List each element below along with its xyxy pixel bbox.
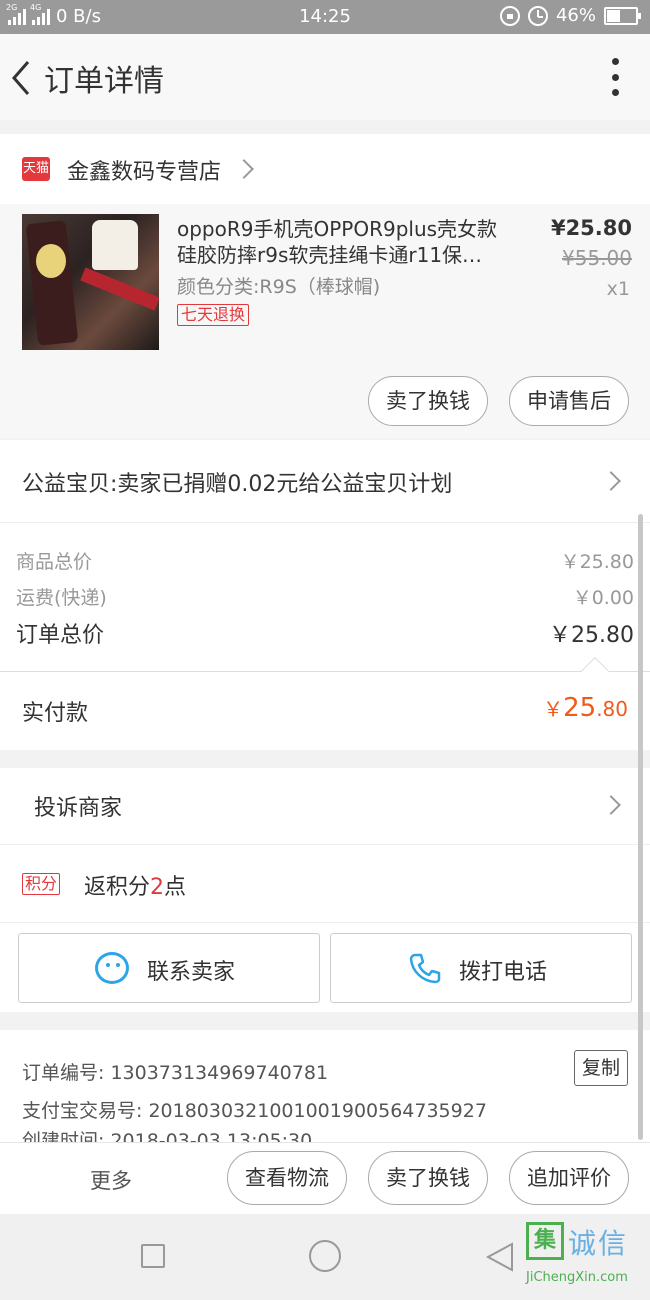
shop-header[interactable]: 天猫 金鑫数码专营店 — [0, 134, 650, 204]
watermark-box: 集 — [526, 1222, 564, 1260]
battery-icon — [604, 6, 641, 25]
product-price: ¥25.80 — [550, 216, 632, 240]
page-title: 订单详情 — [44, 64, 164, 99]
divider-notch — [580, 656, 610, 686]
status-bar: 2G 4G 0 B/s 14:25 46% — [0, 0, 650, 34]
created-time: 创建时间: 2018-03-03 13:05:30 — [22, 1130, 313, 1142]
tmall-icon: 天猫 — [22, 157, 50, 181]
paid-decimal: .80 — [596, 697, 628, 721]
divider — [0, 671, 650, 672]
contact-seller-label: 联系卖家 — [147, 960, 236, 985]
complain-text: 投诉商家 — [34, 796, 123, 821]
order-info: 订单编号: 130373134969740781 复制 支付宝交易号: 2018… — [0, 1030, 650, 1142]
watermark-cn: 诚信 — [568, 1227, 629, 1260]
recent-apps-icon[interactable] — [141, 1244, 165, 1268]
watermark-logo: 集 诚信 JiChengXin.com — [526, 1222, 644, 1294]
goods-total-row: 商品总价 ￥25.80 — [16, 547, 634, 574]
add-review-button[interactable]: 追加评价 — [509, 1151, 629, 1205]
call-label: 拨打电话 — [459, 960, 548, 985]
product-variant: 颜色分类:R9S（棒球帽) — [177, 276, 381, 298]
shipping-label: 运费(快递) — [16, 587, 107, 609]
chat-icon — [95, 952, 129, 984]
paid-amount: ￥25.80 — [543, 693, 628, 723]
order-number: 订单编号: 130373134969740781 — [22, 1062, 329, 1084]
after-sales-button[interactable]: 申请售后 — [509, 376, 629, 426]
call-button[interactable]: 拨打电话 — [330, 933, 632, 1003]
scrollbar[interactable] — [638, 514, 643, 1140]
alipay-number: 支付宝交易号: 2018030321001001900564735927 — [22, 1100, 487, 1122]
product-quantity: x1 — [606, 278, 630, 300]
order-total-label: 订单总价 — [16, 623, 105, 648]
back-triangle-icon[interactable] — [484, 1240, 518, 1274]
paid-currency: ￥ — [543, 697, 564, 721]
product-image[interactable] — [22, 214, 159, 350]
shipping-row: 运费(快递) ￥0.00 — [16, 583, 634, 610]
copy-button[interactable]: 复制 — [574, 1050, 628, 1086]
complain-row[interactable]: 投诉商家 — [0, 768, 650, 844]
product-title[interactable]: oppoR9手机壳OPPOR9plus壳女款硅胶防摔r9s软壳挂绳卡通r11保… — [177, 216, 507, 268]
battery-percent: 46% — [555, 5, 596, 26]
nav-bar: 订单详情 — [0, 34, 650, 120]
more-button[interactable]: 更多 — [90, 1165, 132, 1195]
contact-row: 联系卖家 拨打电话 — [0, 922, 650, 1012]
order-total-value: ￥25.80 — [549, 623, 634, 648]
chevron-right-icon — [601, 795, 621, 815]
resell-bottom-button[interactable]: 卖了换钱 — [368, 1151, 488, 1205]
watermark-en: JiChengXin.com — [526, 1270, 628, 1285]
charity-text: 公益宝贝:卖家已捐赠0.02元给公益宝贝计划 — [22, 472, 453, 497]
order-item-card: 天猫 金鑫数码专营店 oppoR9手机壳OPPOR9plus壳女款硅胶防摔r9s… — [0, 134, 650, 438]
contact-seller-button[interactable]: 联系卖家 — [18, 933, 320, 1003]
order-total-row: 订单总价 ￥25.80 — [16, 617, 634, 649]
status-right: 46% — [499, 5, 641, 26]
battery-fill — [607, 9, 620, 22]
home-icon[interactable] — [309, 1240, 341, 1272]
chevron-right-icon — [601, 471, 621, 491]
alarm-icon — [527, 5, 548, 26]
phone-icon — [409, 953, 441, 984]
points-text: 返积分2点 — [84, 869, 186, 901]
product-original-price: ¥55.00 — [562, 246, 632, 270]
points-tag: 积分 — [22, 873, 61, 895]
paid-integer: 25 — [563, 693, 597, 723]
back-arrow-icon[interactable] — [8, 58, 36, 98]
goods-total-value: ￥25.80 — [560, 551, 634, 573]
price-summary: 商品总价 ￥25.80 运费(快递) ￥0.00 订单总价 ￥25.80 实付款… — [0, 522, 650, 750]
paid-label: 实付款 — [22, 701, 89, 726]
shop-name[interactable]: 金鑫数码专营店 — [67, 154, 221, 186]
charity-row[interactable]: 公益宝贝:卖家已捐赠0.02元给公益宝贝计划 — [0, 440, 650, 522]
rotation-lock-icon — [499, 5, 520, 26]
points-number: 2 — [150, 875, 165, 900]
system-nav-bar: 集 诚信 JiChengXin.com — [0, 1214, 650, 1300]
chevron-right-icon — [234, 159, 254, 179]
return-policy-badge: 七天退换 — [177, 304, 250, 326]
more-options-icon[interactable] — [612, 58, 620, 96]
points-prefix: 返积分 — [84, 875, 151, 900]
shipping-value: ￥0.00 — [572, 587, 634, 609]
bottom-action-bar: 更多 查看物流 卖了换钱 追加评价 — [0, 1142, 650, 1214]
resell-button[interactable]: 卖了换钱 — [368, 376, 488, 426]
view-logistics-button[interactable]: 查看物流 — [227, 1151, 347, 1205]
points-suffix: 点 — [164, 875, 187, 900]
points-row: 积分 返积分2点 — [0, 844, 650, 922]
goods-total-label: 商品总价 — [16, 551, 93, 573]
